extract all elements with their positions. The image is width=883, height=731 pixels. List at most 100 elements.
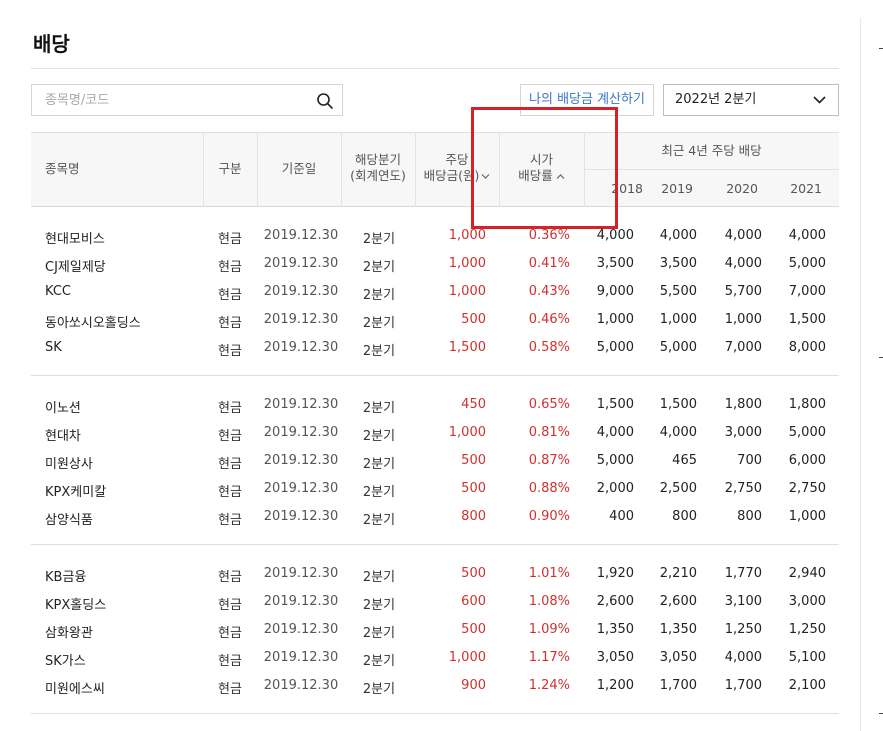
stock-name[interactable]: 현대모비스 [45,228,105,247]
table-row[interactable]: 현대모비스 현금 2019.12.30 2분기 1,000 0.36% 4,00… [31,222,839,250]
group-divider [31,375,839,376]
dividend-2020: 4,000 [724,256,762,271]
dividend-2018: 5,000 [596,453,634,468]
title-divider [31,68,839,69]
header-name[interactable]: 종목명 [45,161,80,177]
header-quarter-line2: (회계연도) [350,168,406,183]
record-date: 2019.12.30 [263,481,339,496]
record-date: 2019.12.30 [263,594,339,609]
edge-tick [879,357,883,358]
dividend-2018: 1,350 [596,622,634,637]
dividend-2020: 1,770 [724,566,762,581]
record-date: 2019.12.30 [263,340,339,355]
dividend-2021: 5,000 [788,256,826,271]
dividend-2021: 1,800 [788,397,826,412]
dividend-amount: 500 [461,312,486,327]
dividend-yield: 0.90% [528,509,570,524]
dividend-2019: 5,500 [659,284,697,299]
dividend-2021: 4,000 [788,228,826,243]
dividend-2018: 9,000 [596,284,634,299]
stock-name[interactable]: KPX홀딩스 [45,594,106,613]
record-date: 2019.12.30 [263,453,339,468]
dividend-type: 현금 [218,513,242,528]
edge-tick [879,48,883,49]
dividend-yield: 0.87% [528,453,570,468]
table-row[interactable]: SK가스 현금 2019.12.30 2분기 1,000 1.17% 3,050… [31,644,839,672]
dividend-amount: 500 [461,481,486,496]
stock-name[interactable]: 동아쏘시오홀딩스 [45,312,141,331]
table-row[interactable]: KPX케미칼 현금 2019.12.30 2분기 500 0.88% 2,000… [31,475,839,503]
table-row[interactable]: 삼화왕관 현금 2019.12.30 2분기 500 1.09% 1,350 1… [31,616,839,644]
table-row[interactable]: KPX홀딩스 현금 2019.12.30 2분기 600 1.08% 2,600… [31,588,839,616]
period-select[interactable]: 2022년 2분기 [663,84,839,116]
stock-name[interactable]: KPX케미칼 [45,481,106,500]
dividend-2019: 1,700 [659,678,697,693]
quarter: 2분기 [362,598,396,613]
dividend-yield: 0.36% [528,228,570,243]
quarter: 2분기 [362,260,396,275]
record-date: 2019.12.30 [263,650,339,665]
stock-search-input[interactable] [32,85,305,115]
header-date: 기준일 [281,161,317,176]
quarter: 2분기 [362,654,396,669]
dividend-2020: 700 [737,453,762,468]
dividend-2018: 1,200 [596,678,634,693]
table-row[interactable]: 미원에스씨 현금 2019.12.30 2분기 900 1.24% 1,200 … [31,672,839,700]
table-row[interactable]: SK 현금 2019.12.30 2분기 1,500 0.58% 5,000 5… [31,334,839,362]
dividend-amount: 500 [461,566,486,581]
dividend-amount: 450 [461,397,486,412]
table-row[interactable]: KCC 현금 2019.12.30 2분기 1,000 0.43% 9,000 … [31,278,839,306]
dividend-2019: 2,210 [659,566,697,581]
dividend-2020: 1,250 [724,622,762,637]
table-row[interactable]: 삼양식품 현금 2019.12.30 2분기 800 0.90% 400 800… [31,503,839,531]
record-date: 2019.12.30 [263,678,339,693]
header-recent-dividends: 최근 4년 주당 배당 [661,143,762,158]
table-row[interactable]: 동아쏘시오홀딩스 현금 2019.12.30 2분기 500 0.46% 1,0… [31,306,839,334]
dividend-2021: 5,100 [788,650,826,665]
stock-name[interactable]: SK가스 [45,650,86,669]
stock-name[interactable]: KCC [45,284,71,299]
record-date: 2019.12.30 [263,256,339,271]
stock-name[interactable]: 삼화왕관 [45,622,93,641]
dividend-2019: 465 [672,453,697,468]
table-row[interactable]: 미원상사 현금 2019.12.30 2분기 500 0.87% 5,000 4… [31,447,839,475]
stock-name[interactable]: 미원에스씨 [45,678,105,697]
stock-name[interactable]: KB금융 [45,566,86,585]
record-date: 2019.12.30 [263,622,339,637]
stock-name[interactable]: 삼양식품 [45,509,93,528]
dividend-type: 현금 [218,401,242,416]
group-divider [31,544,839,545]
stock-name[interactable]: 이노션 [45,397,81,416]
dividend-type: 현금 [218,260,242,275]
header-subdivider [584,169,839,170]
dividend-2019: 4,000 [659,425,697,440]
table-row[interactable]: 현대차 현금 2019.12.30 2분기 1,000 0.81% 4,000 … [31,419,839,447]
quarter: 2분기 [362,457,396,472]
record-date: 2019.12.30 [263,312,339,327]
dividend-2021: 1,500 [788,312,826,327]
dividend-yield: 0.46% [528,312,570,327]
stock-name[interactable]: CJ제일제당 [45,256,106,275]
table-row[interactable]: 이노션 현금 2019.12.30 2분기 450 0.65% 1,500 1,… [31,391,839,419]
header-year: 2020 [726,181,758,196]
stock-name[interactable]: SK [45,340,62,355]
dividend-amount: 800 [461,509,486,524]
dividend-2019: 2,600 [659,594,697,609]
quarter: 2분기 [362,344,396,359]
dividend-2018: 4,000 [596,228,634,243]
table-row[interactable]: CJ제일제당 현금 2019.12.30 2분기 1,000 0.41% 3,5… [31,250,839,278]
stock-search-box[interactable] [31,84,343,116]
table-row[interactable]: KB금융 현금 2019.12.30 2분기 500 1.01% 1,920 2… [31,560,839,588]
search-icon[interactable] [316,92,334,110]
stock-name[interactable]: 현대차 [45,425,81,444]
dividend-type: 현금 [218,344,242,359]
dividend-2021: 2,100 [788,678,826,693]
dividend-type: 현금 [218,316,242,331]
stock-name[interactable]: 미원상사 [45,453,93,472]
dividend-2018: 1,500 [596,397,634,412]
dividend-2019: 800 [672,509,697,524]
dividend-2020: 4,000 [724,228,762,243]
record-date: 2019.12.30 [263,228,339,243]
dividend-amount: 1,000 [448,228,486,243]
dividend-yield: 1.24% [528,678,570,693]
